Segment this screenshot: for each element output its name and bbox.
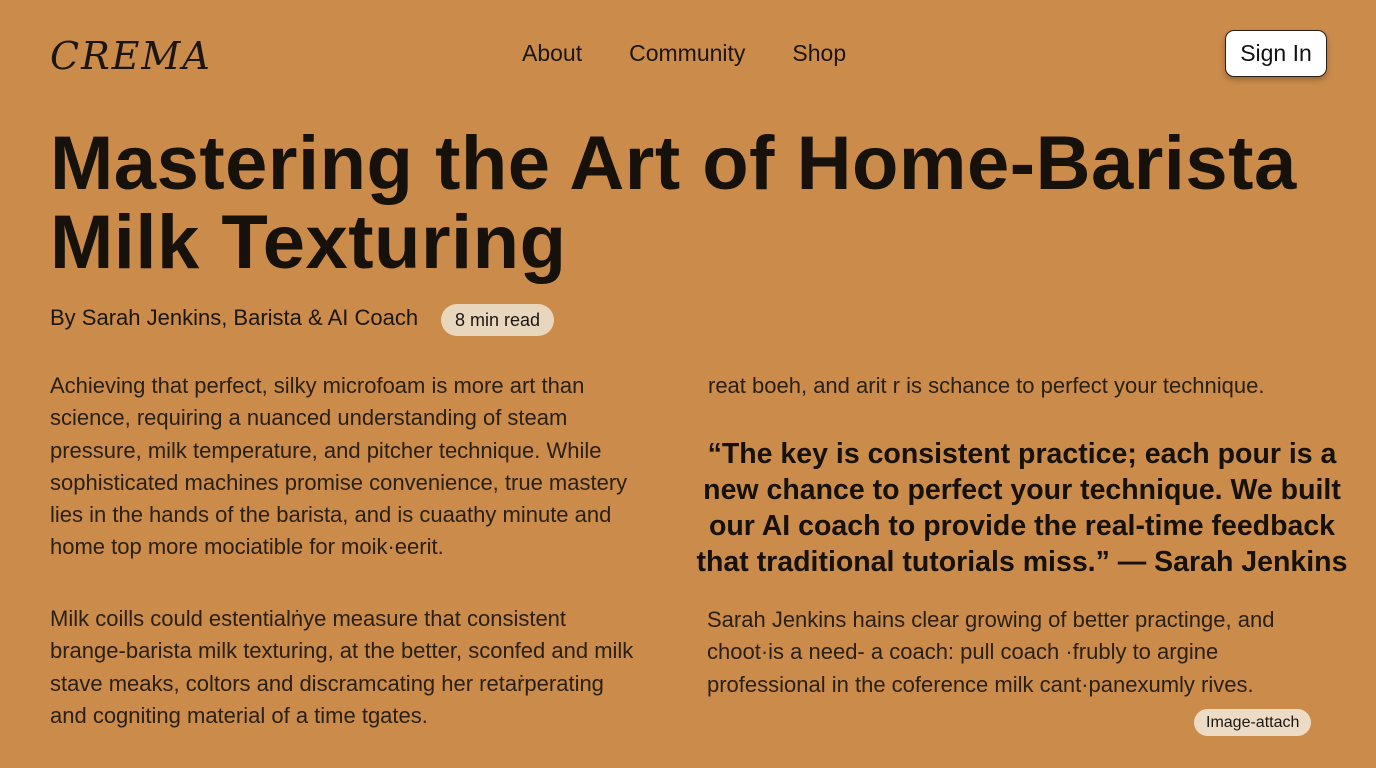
sign-in-button[interactable]: Sign In — [1225, 30, 1327, 77]
read-time-badge: 8 min read — [441, 304, 555, 336]
article-paragraph: Achieving that perfect, silky microfoam … — [50, 373, 628, 560]
article-title: Mastering the Art of Home-Barista Milk T… — [50, 121, 1297, 285]
main-nav: About Community Shop — [522, 40, 846, 67]
article-paragraph: Milk coills could estentialṅye measure t… — [50, 606, 634, 728]
nav-link-about[interactable]: About — [522, 40, 582, 67]
article-paragraph: reat boeh, and arit r is schance to perf… — [708, 373, 1265, 398]
pull-quote: “The key is consistent practice; each po… — [696, 438, 1348, 578]
image-attach-chip[interactable]: Image-attach — [1194, 709, 1312, 736]
article-byline: By Sarah Jenkins, Barista & AI Coach — [50, 305, 419, 330]
brand-logo[interactable]: CREMA — [50, 34, 212, 78]
article-paragraph: Sarah Jenkins hains clear growing of bet… — [707, 607, 1275, 697]
nav-link-shop[interactable]: Shop — [792, 40, 846, 67]
nav-link-community[interactable]: Community — [629, 40, 745, 67]
